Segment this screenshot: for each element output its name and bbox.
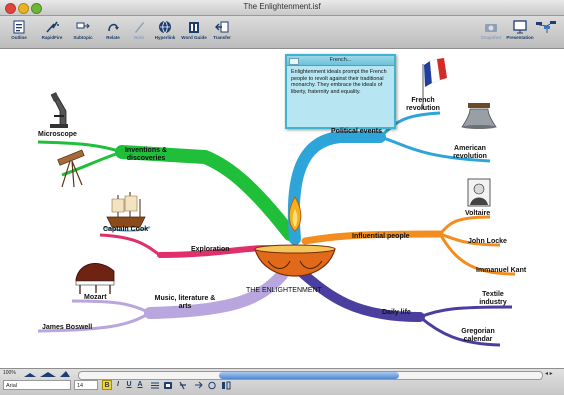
topic-john-locke[interactable]: John Locke <box>468 238 507 246</box>
map-toggle-icon <box>536 21 556 33</box>
branch-influential-sub1[interactable] <box>438 215 491 236</box>
topic-inventions[interactable]: Inventions & discoveries <box>109 147 183 163</box>
topic-james-boswell[interactable]: James Boswell <box>42 324 92 332</box>
note-close-button[interactable] <box>289 58 299 65</box>
window-title: The Enlightenment.isf <box>243 2 321 11</box>
central-topic[interactable]: THE ENLIGHTENMENT <box>246 287 322 294</box>
italic-button[interactable]: I <box>113 380 123 390</box>
mind-map-canvas[interactable]: French... Enlightenment ideals prompt th… <box>0 49 564 368</box>
rapidfire-icon <box>46 21 59 33</box>
note-popup[interactable]: French... Enlightenment ideals prompt th… <box>285 54 396 129</box>
note-header[interactable]: French... <box>287 56 394 66</box>
microscope-icon <box>50 92 68 128</box>
subtopic-button[interactable]: Subtopic <box>66 18 100 46</box>
mind-map-drawing <box>37 58 516 347</box>
app-window: The Enlightenment.isf Outline RapidFire … <box>0 0 564 395</box>
snapshot-icon <box>485 24 497 32</box>
font-size-value: 14 <box>77 383 84 389</box>
format-bar: 100% ◂ ▸ Arial 14 B I U A <box>0 368 564 395</box>
topic-american-revolution[interactable]: American revolution <box>442 145 498 161</box>
branch-exploration-sub[interactable] <box>99 233 161 257</box>
topic-textile-industry[interactable]: Textile industry <box>470 291 516 307</box>
topic-microscope[interactable]: Microscope <box>38 131 77 139</box>
ship-icon <box>103 192 151 232</box>
word-guide-icon <box>189 22 199 33</box>
zoom-slider-icon[interactable] <box>22 370 72 378</box>
subtopic-icon <box>76 22 90 29</box>
outline-label: Outline <box>11 35 27 40</box>
subtopic-label: Subtopic <box>73 35 93 40</box>
transfer-icon <box>215 21 229 33</box>
topic-gregorian-calendar[interactable]: Gregorian calendar <box>452 328 504 344</box>
map-toggle-button[interactable] <box>530 18 562 46</box>
presentation-icon <box>513 20 527 34</box>
title-bar: The Enlightenment.isf <box>0 0 564 16</box>
topic-political[interactable]: Political events <box>331 128 382 136</box>
topic-immanuel-kant[interactable]: Immanuel Kant <box>476 267 526 275</box>
hyperlink-icon <box>159 20 171 34</box>
topic-mozart[interactable]: Mozart <box>84 294 107 302</box>
liberty-bell-icon <box>461 103 497 129</box>
topic-voltaire[interactable]: Voltaire <box>465 210 490 218</box>
topic-influential[interactable]: Influential people <box>352 233 410 241</box>
scrollbar-thumb[interactable] <box>219 372 399 379</box>
rapidfire-label: RapidFire <box>41 35 63 40</box>
transfer-button[interactable]: Transfer <box>205 18 239 46</box>
branch-music-sub1[interactable] <box>71 299 151 315</box>
note-icon <box>135 22 144 33</box>
topic-daily-life[interactable]: Daily life <box>382 309 411 317</box>
text-color-button[interactable]: A <box>135 380 145 390</box>
rapidfire-button[interactable]: RapidFire <box>35 18 69 46</box>
outline-icon <box>13 20 25 34</box>
horizontal-scrollbar[interactable] <box>78 371 543 380</box>
format-tools-icons[interactable] <box>150 381 270 390</box>
scroll-arrows-icon[interactable]: ◂ ▸ <box>545 370 553 377</box>
transfer-label: Transfer <box>213 35 231 40</box>
branch-daily-sub1[interactable] <box>419 305 513 319</box>
branch-inventions[interactable] <box>115 145 297 241</box>
topic-captain-cook[interactable]: Captain Cook <box>103 226 148 234</box>
voltaire-portrait-icon <box>467 178 491 207</box>
bold-button[interactable]: B <box>102 380 112 390</box>
piano-icon <box>75 263 115 294</box>
main-toolbar: Outline RapidFire Subtopic Relate Note H… <box>0 16 564 49</box>
zoom-level[interactable]: 100% <box>3 370 16 376</box>
note-body[interactable]: Enlightenment ideals prompt the French p… <box>287 66 394 98</box>
font-size-select[interactable]: 14 <box>74 380 98 390</box>
font-family-select[interactable]: Arial <box>3 380 71 390</box>
topic-music[interactable]: Music, literature & arts <box>150 295 220 311</box>
topic-french-revolution[interactable]: French revolution <box>395 97 451 113</box>
font-family-value: Arial <box>6 383 18 389</box>
note-title: French... <box>329 57 352 63</box>
branch-political[interactable] <box>287 131 386 245</box>
underline-button[interactable]: U <box>124 380 134 390</box>
outline-button[interactable]: Outline <box>2 18 36 46</box>
relate-icon <box>108 23 119 32</box>
topic-exploration[interactable]: Exploration <box>191 246 230 254</box>
